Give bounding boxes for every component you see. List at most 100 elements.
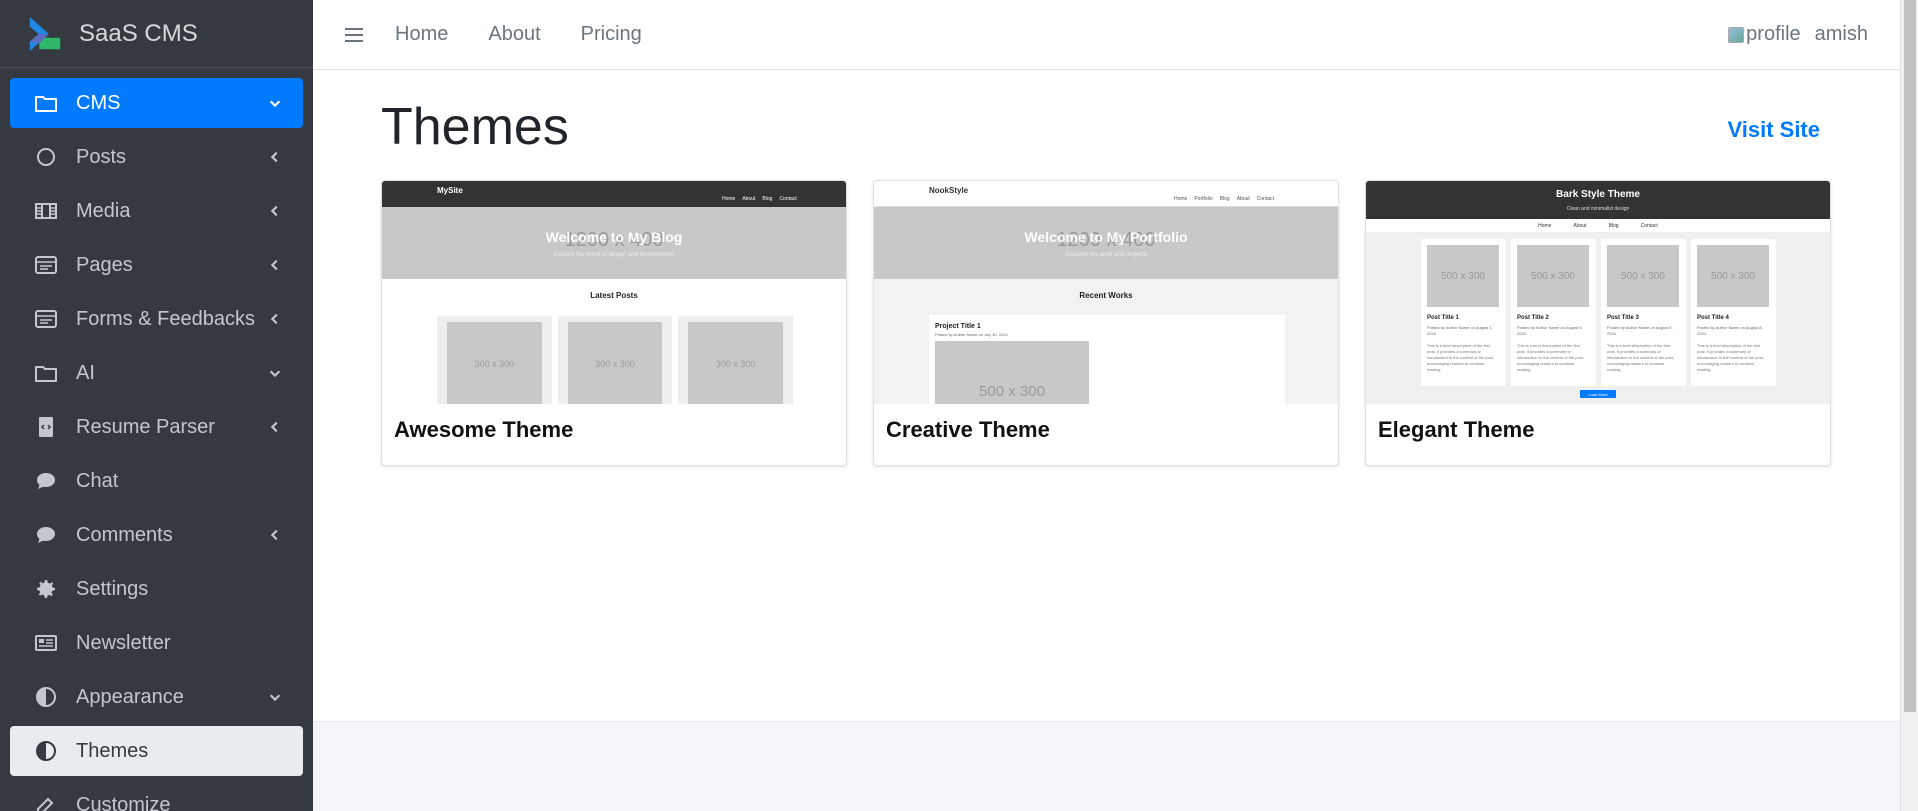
sidebar-item-resume-parser[interactable]: Resume Parser [10,402,303,452]
user-menu[interactable]: profile amish [1728,23,1868,46]
sidebar-item-cms[interactable]: CMS [10,78,303,128]
preview-post-grid: 500 x 300 Post Title 1 Posted by Author … [1366,233,1830,404]
preview-post-text: This is a brief description of the first… [1607,343,1674,372]
nav-link-home[interactable]: Home [395,23,448,46]
preview-post-text: This is a brief description of the first… [1517,343,1584,372]
preview-post-title: Post Title 1 [1427,315,1459,321]
comment-icon [32,521,60,549]
preview-post: 500 x 300 Post Title 1 Posted by Author … [1421,239,1506,386]
sidebar-item-arrow [267,743,283,759]
theme-preview-creative: NookStyle Home Portfolio Blog About Cont… [874,181,1338,404]
preview-section-title: Recent Works [1079,291,1133,300]
preview-post: 300 x 300 [437,316,552,404]
brand-name: SaaS CMS [79,19,198,47]
preview-hero: 1200 x 400 Welcome to My Portfolio Disco… [874,207,1338,279]
nav-link-pricing[interactable]: Pricing [581,23,642,46]
sidebar-item-appearance[interactable]: Appearance [10,672,303,722]
theme-preview-elegant: Bark Style Theme Clean and minimalist de… [1366,181,1830,404]
comment-icon [32,467,60,495]
sidebar-item-pages[interactable]: Pages [10,240,303,290]
circle-icon [32,143,60,171]
page-title: Themes [381,98,569,156]
brand-link[interactable]: SaaS CMS [0,0,313,68]
sidebar-item-forms-feedbacks[interactable]: Forms & Feedbacks [10,294,303,344]
chevron-left-icon [270,205,278,217]
sidebar-item-label: Themes [76,739,149,762]
film-icon [32,197,60,225]
sidebar: SaaS CMS CMS Posts Media Pages Forms & Feedb… [0,0,313,811]
chevron-down-icon [269,370,281,378]
sidebar-item-newsletter[interactable]: Newsletter [10,618,303,668]
preview-post-image: 300 x 300 [447,322,542,404]
visit-site-link[interactable]: Visit Site [1727,117,1820,143]
vertical-scrollbar[interactable] [1900,0,1918,811]
sidebar-item-posts[interactable]: Posts [10,132,303,182]
preview-works-section: Recent Works Project Title 1 Posted by A… [874,279,1338,404]
preview-post: 500 x 300 Post Title 2 Posted by Author … [1511,239,1596,386]
sidebar-item-customize[interactable]: Customize [10,780,303,811]
preview-load-more-button: Load More [1580,390,1616,398]
top-navbar: Home About Pricing profile amish [313,0,1900,70]
sidebar-item-arrow [267,635,283,651]
preview-hero-title: Welcome to My Portfolio [1024,229,1188,245]
sidebar-item-arrow [267,311,283,327]
theme-card-awesome[interactable]: MySite Home About Blog Contact 1200 x 40… [381,180,847,466]
sidebar-item-label: Posts [76,145,127,168]
sidebar-item-label: Resume Parser [76,415,215,438]
footer-area [313,721,1900,811]
chevron-left-icon [270,151,278,163]
avatar-alt-text: profile [1746,23,1801,45]
preview-post-image: 500 x 300 [1607,245,1679,307]
preview-post-title: Post Title 3 [1607,315,1639,321]
chevron-left-icon [270,421,278,433]
sidebar-item-arrow [267,419,283,435]
sidebar-item-label: Chat [76,469,119,492]
sidebar-item-label: Appearance [76,685,184,708]
preview-nav-link: Home [722,196,736,202]
preview-post-meta: Posted by Author Name on August 1, 2024 [1427,325,1493,336]
preview-post-image: 500 x 300 [1427,245,1499,307]
window-icon [32,251,60,279]
chevron-left-icon [270,313,278,325]
preview-post-image: 500 x 300 [1697,245,1769,307]
window-icon [32,305,60,333]
preview-nav-links: Home Portfolio Blog About Contact [1174,196,1274,202]
preview-project-image: 500 x 300 [935,341,1089,404]
sidebar-item-media[interactable]: Media [10,186,303,236]
half-circle-icon [32,683,60,711]
preview-hero-subtitle: Explore the world of design and developm… [553,252,675,258]
preview-project-card: Project Title 1 Posted by Author Name on… [929,315,1285,404]
preview-site-name: Bark Style Theme [1556,189,1640,200]
preview-nav-link: Blog [1219,196,1230,202]
preview-site-name: NookStyle [929,186,969,195]
preview-post: 500 x 300 Post Title 3 Posted by Author … [1601,239,1686,386]
preview-hero-subtitle: Discover my work and projects [1065,252,1147,258]
preview-post-image: 300 x 300 [688,322,784,404]
sidebar-item-themes[interactable]: Themes [10,726,303,776]
preview-nav-link: Blog [762,196,773,202]
sidebar-item-comments[interactable]: Comments [10,510,303,560]
theme-card-creative[interactable]: NookStyle Home Portfolio Blog About Cont… [873,180,1339,466]
theme-card-elegant[interactable]: Bark Style Theme Clean and minimalist de… [1365,180,1831,466]
preview-nav-link: About [1236,196,1250,202]
theme-name: Awesome Theme [394,417,574,442]
avatar[interactable]: profile [1728,23,1801,46]
scrollbar-thumb[interactable] [1904,0,1916,712]
preview-nav-link: Contact [1640,222,1658,229]
sidebar-item-arrow [267,149,283,165]
sidebar-item-label: AI [76,361,95,384]
sidebar-item-chat[interactable]: Chat [10,456,303,506]
preview-nav-link: Contact [779,196,797,202]
username[interactable]: amish [1815,23,1868,46]
brand-logo-icon [29,16,61,51]
half-circle-icon [32,737,60,765]
sidebar-item-ai[interactable]: AI [10,348,303,398]
menu-toggle-icon[interactable] [343,24,365,46]
preview-post-text: This is a brief description of the first… [1697,343,1764,372]
preview-post-meta: Posted by Author Name on August 5, 2024 [1607,325,1673,336]
sidebar-item-label: Newsletter [76,631,171,654]
sidebar-item-settings[interactable]: Settings [10,564,303,614]
preview-post-image: 500 x 300 [1517,245,1589,307]
theme-name: Creative Theme [886,417,1050,442]
nav-link-about[interactable]: About [488,23,540,46]
